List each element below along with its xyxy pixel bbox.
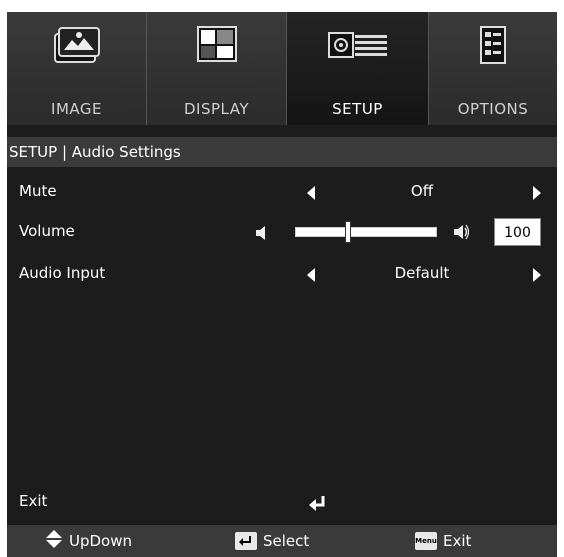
menu-key-icon: Menu: [415, 532, 437, 550]
volume-slider-track[interactable]: [295, 227, 437, 237]
updown-hint: UpDown: [45, 525, 132, 557]
audio-input-row[interactable]: Audio Input Default: [7, 259, 557, 289]
audio-input-value: Default: [394, 264, 450, 282]
tab-display-label: DISPLAY: [183, 100, 249, 118]
speaker-low-icon: [255, 225, 267, 244]
tab-bar: IMAGE DISPLAY SETUP OPTIONS: [7, 12, 557, 125]
tab-setup-label: SETUP: [332, 100, 383, 118]
volume-label: Volume: [19, 222, 75, 240]
exit-hint: Menu Exit: [415, 525, 471, 557]
tab-image-label: IMAGE: [51, 100, 102, 118]
breadcrumb: SETUP | Audio Settings: [7, 137, 557, 167]
projector-osd-menu: IMAGE DISPLAY SETUP OPTIONS SETUP | Audi…: [7, 12, 557, 557]
key-hint-bar: UpDown Select Menu Exit: [7, 525, 557, 557]
updown-hint-label: UpDown: [69, 532, 133, 550]
volume-slider-handle[interactable]: [345, 221, 351, 243]
speaker-high-icon: [453, 223, 470, 245]
volume-row[interactable]: Volume 100: [7, 217, 557, 247]
mute-row[interactable]: Mute Off: [7, 177, 557, 207]
mute-label: Mute: [19, 182, 57, 200]
tab-options-label: OPTIONS: [457, 100, 529, 118]
select-hint-label: Select: [263, 532, 310, 550]
volume-value: 100: [494, 218, 541, 246]
enter-key-icon: [235, 532, 257, 550]
options-icon: [480, 26, 506, 68]
audio-input-left-arrow-icon[interactable]: [307, 268, 315, 282]
tab-image[interactable]: IMAGE: [7, 12, 147, 125]
page-title: SETUP | Audio Settings: [9, 143, 181, 161]
exit-row[interactable]: Exit: [7, 487, 557, 517]
tab-options[interactable]: OPTIONS: [429, 12, 557, 125]
mute-left-arrow-icon[interactable]: [307, 186, 315, 200]
projector-icon: [327, 32, 388, 62]
tab-setup[interactable]: SETUP: [287, 12, 429, 125]
audio-input-right-arrow-icon[interactable]: [533, 268, 541, 282]
mute-value: Off: [410, 182, 434, 200]
image-icon: [53, 26, 100, 68]
audio-input-label: Audio Input: [19, 264, 106, 282]
exit-hint-label: Exit: [443, 532, 472, 550]
tab-display[interactable]: DISPLAY: [147, 12, 287, 125]
select-hint: Select: [235, 525, 309, 557]
display-icon: [196, 26, 237, 66]
enter-icon: [309, 495, 327, 515]
mute-right-arrow-icon[interactable]: [533, 186, 541, 200]
updown-arrows-icon: [45, 529, 63, 553]
exit-label: Exit: [19, 492, 48, 510]
settings-list: Mute Off Volume 100 Audio Input Default: [7, 167, 557, 512]
